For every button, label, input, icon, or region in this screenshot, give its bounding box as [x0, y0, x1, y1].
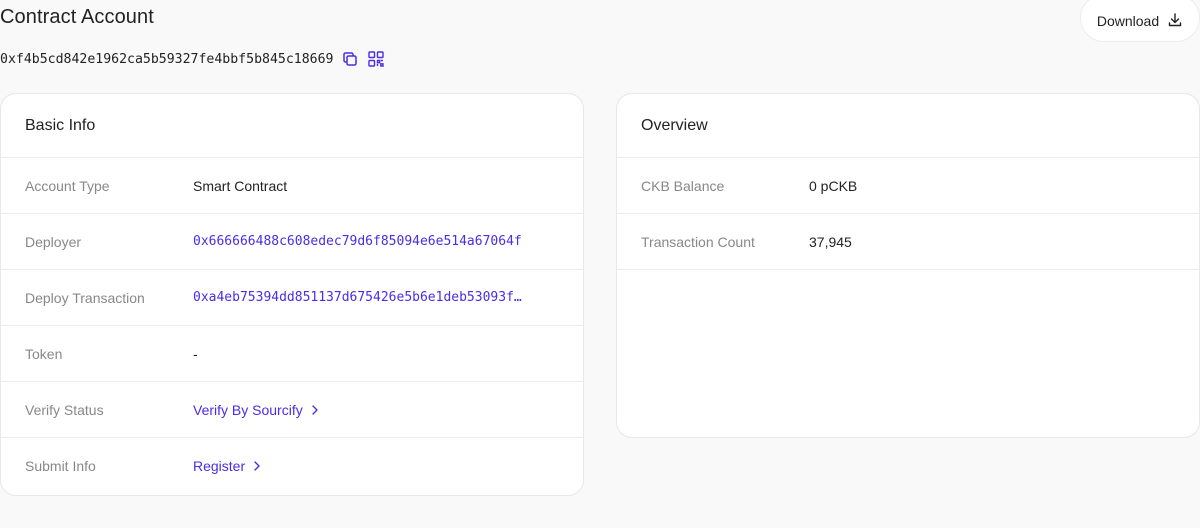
info-row-submit-info: Submit Info Register [1, 438, 583, 494]
info-label: Token [25, 345, 63, 362]
ckb-balance-value: 0 pCKB [809, 177, 858, 194]
info-label: Verify Status [25, 401, 104, 418]
info-label: Deployer [25, 233, 82, 250]
info-row-deploy-transaction: Deploy Transaction 0xa4eb75394dd851137d6… [1, 270, 583, 326]
info-row-account-type: Account Type Smart Contract [1, 158, 583, 214]
info-row-deployer: Deployer 0x666666488c608edec79d6f85094e6… [1, 214, 583, 270]
overview-row-transaction-count: Transaction Count 37,945 [617, 214, 1199, 270]
register-link-label: Register [193, 458, 246, 474]
copy-icon[interactable] [341, 50, 359, 68]
address-row: 0xf4b5cd842e1962ca5b59327fe4bbf5b845c186… [0, 50, 385, 68]
overview-card: Overview CKB Balance 0 pCKB Transaction … [616, 93, 1200, 438]
page-title: Contract Account [0, 6, 154, 28]
info-row-verify-status: Verify Status Verify By Sourcify [1, 382, 583, 438]
contract-account-page: Contract Account Download 0xf4b5cd842e19… [0, 0, 1200, 528]
transaction-count-value: 37,945 [809, 233, 852, 250]
info-label: Submit Info [25, 458, 96, 474]
info-row-token: Token - [1, 326, 583, 382]
download-label: Download [1096, 13, 1160, 29]
basic-info-card: Basic Info Account Type Smart Contract D… [0, 93, 584, 496]
overview-label: Transaction Count [641, 233, 755, 250]
deploy-transaction-link[interactable]: 0xa4eb75394dd851137d675426e5b6e1deb53093… [193, 290, 522, 305]
chevron-right-icon [312, 404, 318, 415]
contract-address[interactable]: 0xf4b5cd842e1962ca5b59327fe4bbf5b845c186… [0, 52, 333, 67]
info-label: Deploy Transaction [25, 289, 145, 306]
token-value: - [193, 345, 198, 362]
info-label: Account Type [25, 177, 110, 194]
deployer-link[interactable]: 0x666666488c608edec79d6f85094e6e514a6706… [193, 234, 522, 249]
download-button[interactable]: Download [1080, 0, 1200, 42]
basic-info-title: Basic Info [1, 94, 583, 158]
overview-label: CKB Balance [641, 177, 725, 194]
overview-row-ckb-balance: CKB Balance 0 pCKB [617, 158, 1199, 214]
account-type-value: Smart Contract [193, 177, 288, 194]
overview-title: Overview [617, 94, 1199, 158]
verify-by-sourcify-link[interactable]: Verify By Sourcify [193, 402, 321, 418]
chevron-right-icon [254, 461, 260, 471]
download-icon [1167, 12, 1183, 31]
qr-code-icon[interactable] [367, 50, 385, 68]
verify-link-label: Verify By Sourcify [193, 401, 303, 418]
register-link[interactable]: Register [193, 458, 263, 474]
